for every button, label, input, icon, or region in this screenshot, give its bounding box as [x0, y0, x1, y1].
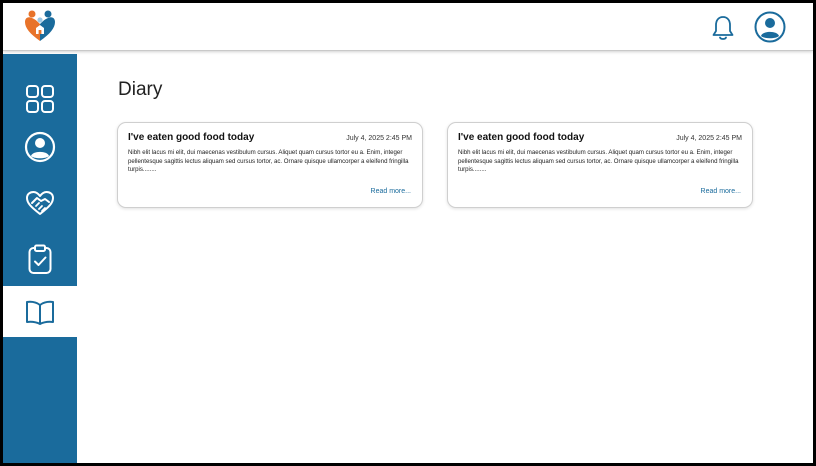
read-more-link[interactable]: Read more... [701, 188, 741, 195]
entry-title: I've eaten good food today [458, 132, 585, 143]
dashboard-grid-icon [26, 85, 54, 113]
sidebar-item-tasks[interactable] [3, 234, 77, 284]
family-heart-logo-icon [25, 10, 55, 41]
sidebar-item-care[interactable] [3, 178, 77, 228]
diary-entry-card[interactable]: I've eaten good food today July 4, 2025 … [447, 122, 753, 208]
bell-icon[interactable] [709, 14, 737, 42]
sidebar-item-dashboard[interactable] [3, 74, 77, 124]
clipboard-check-icon [28, 244, 52, 274]
entry-title: I've eaten good food today [128, 132, 255, 143]
user-circle-icon[interactable] [754, 11, 786, 43]
entry-date: July 4, 2025 2:45 PM [676, 135, 742, 142]
diary-entry-card[interactable]: I've eaten good food today July 4, 2025 … [117, 122, 423, 208]
page-title: Diary [118, 79, 163, 100]
top-bar [3, 3, 813, 51]
entry-excerpt: Nibh elit lacus mi elit, dui maecenas ve… [128, 149, 409, 174]
read-more-link[interactable]: Read more... [371, 188, 411, 195]
sidebar-item-profile[interactable] [3, 122, 77, 172]
book-open-icon [26, 300, 54, 325]
heart-handshake-icon [26, 191, 54, 215]
entry-excerpt: Nibh elit lacus mi elit, dui maecenas ve… [458, 149, 739, 174]
sidebar [3, 54, 77, 463]
card-header: I've eaten good food today July 4, 2025 … [128, 132, 412, 143]
entry-date: July 4, 2025 2:45 PM [346, 135, 412, 142]
main-content: Diary I've eaten good food today July 4,… [77, 54, 813, 463]
sidebar-item-diary[interactable] [3, 286, 77, 337]
user-circle-icon [24, 131, 56, 163]
app-window: Diary I've eaten good food today July 4,… [3, 3, 813, 463]
card-header: I've eaten good food today July 4, 2025 … [458, 132, 742, 143]
